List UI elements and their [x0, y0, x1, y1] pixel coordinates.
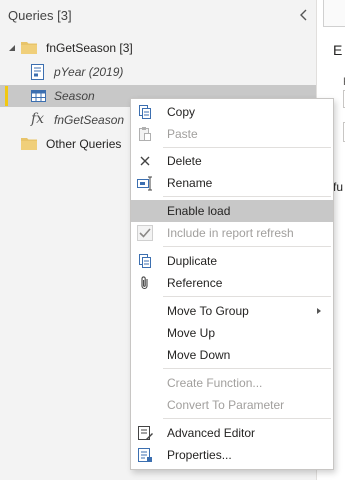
editor-fragment: E [333, 42, 343, 58]
queries-pane-header: Queries [3] [0, 0, 316, 30]
menu-item-enable-load[interactable]: Enable load [131, 200, 333, 222]
duplicate-icon [139, 254, 151, 268]
menu-item-label: Copy [167, 105, 196, 119]
menu-item-move-down[interactable]: Move Down [131, 344, 333, 366]
query-group-label: Other Queries [46, 137, 122, 151]
menu-item-advanced-editor[interactable]: Advanced Editor [131, 422, 333, 444]
menu-item-label: Create Function... [167, 376, 263, 390]
function-icon: fx [31, 111, 45, 127]
menu-item-copy[interactable]: Copy [131, 101, 333, 123]
checkmark-icon [137, 225, 153, 241]
menu-item-delete[interactable]: Delete [131, 150, 333, 172]
menu-item-reference[interactable]: Reference [131, 272, 333, 294]
menu-item-label: Rename [167, 176, 213, 190]
query-item-pyear[interactable]: pYear (2019) [0, 61, 316, 83]
menu-separator [163, 368, 331, 369]
submenu-arrow-icon [317, 308, 321, 314]
folder-icon [21, 138, 37, 150]
menu-item-label: Delete [167, 154, 202, 168]
menu-item-properties[interactable]: Properties... [131, 444, 333, 466]
chevron-left-icon[interactable] [297, 7, 311, 23]
selection-indicator [5, 86, 8, 106]
menu-item-label: Paste [167, 127, 198, 141]
menu-item-duplicate[interactable]: Duplicate [131, 250, 333, 272]
query-group-label: fnGetSeason [3] [46, 41, 133, 55]
editor-scroll-button[interactable] [323, 0, 345, 27]
expand-triangle-icon[interactable] [9, 45, 16, 52]
query-item-label: Season [54, 89, 95, 103]
queries-pane-title: Queries [3] [8, 8, 72, 23]
menu-item-label: Properties... [167, 448, 232, 462]
menu-item-label: Duplicate [167, 254, 218, 268]
menu-item-move-to-group[interactable]: Move To Group [131, 300, 333, 322]
menu-separator [163, 246, 331, 247]
copy-icon [139, 105, 151, 119]
menu-item-label: Advanced Editor [167, 426, 256, 440]
menu-item-label: Move Down [167, 348, 231, 362]
paste-icon [139, 127, 151, 141]
properties-icon [138, 448, 152, 462]
menu-item-label: Move Up [167, 326, 216, 340]
menu-separator [163, 196, 331, 197]
parameter-icon [31, 64, 44, 80]
context-menu: Copy Paste Delete Rename Enable load Inc… [130, 98, 334, 470]
advanced-editor-icon [138, 426, 153, 440]
menu-item-rename[interactable]: Rename [131, 172, 333, 194]
menu-separator [163, 147, 331, 148]
folder-icon [21, 42, 37, 54]
menu-item-label: Include in report refresh [167, 226, 294, 240]
query-item-label: fnGetSeason [54, 113, 125, 127]
menu-item-label: Reference [167, 276, 223, 290]
editor-fragment: fu [333, 180, 344, 194]
menu-item-include-in-report-refresh[interactable]: Include in report refresh [131, 222, 333, 244]
reference-icon [141, 276, 148, 290]
menu-item-label: Move To Group [167, 304, 249, 318]
menu-separator [163, 296, 331, 297]
query-group-fngetseason[interactable]: fnGetSeason [3] [0, 37, 316, 59]
menu-separator [163, 418, 331, 419]
menu-item-create-function[interactable]: Create Function... [131, 372, 333, 394]
menu-item-paste[interactable]: Paste [131, 123, 333, 145]
query-item-label: pYear (2019) [54, 65, 124, 79]
menu-item-label: Enable load [167, 204, 231, 218]
menu-item-convert-to-parameter[interactable]: Convert To Parameter [131, 394, 333, 416]
menu-item-move-up[interactable]: Move Up [131, 322, 333, 344]
menu-item-label: Convert To Parameter [167, 398, 285, 412]
rename-icon [137, 176, 152, 191]
table-icon [31, 90, 46, 102]
delete-x-icon [140, 156, 150, 166]
